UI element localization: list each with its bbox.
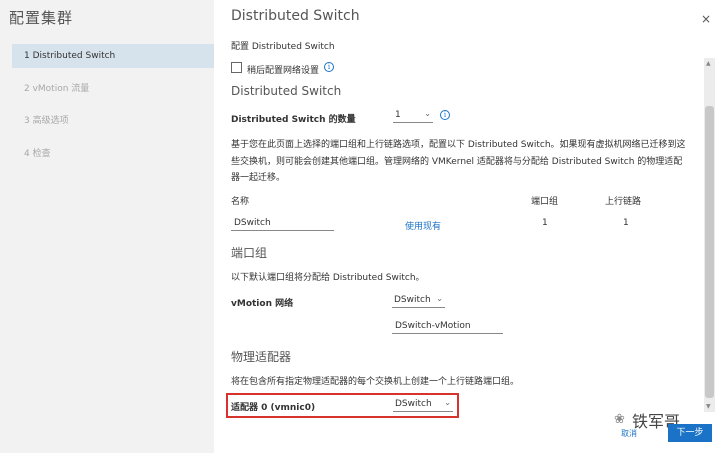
chevron-down-icon: ⌄ <box>444 398 451 407</box>
step-distributed-switch[interactable]: 1 Distributed Switch <box>12 44 214 68</box>
watermark-icon: ❀ <box>614 412 625 427</box>
description-line-3: 器一起迁移。 <box>231 173 286 183</box>
info-icon[interactable]: i <box>440 110 450 120</box>
wizard-title: 配置集群 <box>9 9 74 27</box>
wizard-sidebar: 配置集群 1 Distributed Switch 2 vMotion 流量 3… <box>0 0 214 453</box>
column-header-uplinks: 上行链路 <box>605 197 642 207</box>
vmotion-switch-select[interactable]: DSwitch ⌄ <box>392 294 445 308</box>
defer-network-label: 稍后配置网络设置 <box>247 66 320 76</box>
defer-network-checkbox[interactable] <box>231 62 242 73</box>
adapter-0-switch-select[interactable]: DSwitch ⌄ <box>393 398 453 412</box>
description-line-1: 基于您在此页面上选择的端口组和上行链路选项，配置以下 Distributed S… <box>231 140 686 150</box>
portgroups-count: 1 <box>542 218 548 228</box>
vmotion-switch-value: DSwitch <box>394 295 431 305</box>
switch-name-input[interactable]: DSwitch <box>231 217 334 231</box>
scroll-up-icon[interactable]: ▲ <box>706 60 711 67</box>
page-title: Distributed Switch <box>231 8 360 24</box>
cancel-button[interactable]: 取消 <box>621 428 637 439</box>
section-portgroup: 端口组 <box>231 246 268 260</box>
configure-label: 配置 Distributed Switch <box>231 42 335 52</box>
scroll-down-icon[interactable]: ▼ <box>706 403 711 410</box>
switch-count-select[interactable]: 1 ⌄ <box>393 109 433 123</box>
switch-count-value: 1 <box>395 110 401 120</box>
content-scrollbar[interactable]: ▲ ▼ <box>704 58 715 412</box>
description-line-2: 些交换机，则可能会创建其他端口组。管理网络的 VMKernel 适配器将与分配给… <box>231 157 683 167</box>
column-header-portgroups: 端口组 <box>531 197 559 207</box>
scroll-thumb[interactable] <box>705 106 714 398</box>
step-review[interactable]: 4 检查 <box>12 142 214 166</box>
main-panel: Distributed Switch × 配置 Distributed Swit… <box>214 0 720 453</box>
step-vmotion-traffic[interactable]: 2 vMotion 流量 <box>12 77 214 101</box>
close-icon[interactable]: × <box>701 12 711 26</box>
section-physical-adapters: 物理适配器 <box>231 350 292 364</box>
chevron-down-icon: ⌄ <box>436 294 443 303</box>
info-icon[interactable]: i <box>324 62 334 72</box>
section-distributed-switch: Distributed Switch <box>231 84 342 98</box>
chevron-down-icon: ⌄ <box>424 109 431 118</box>
use-existing-link[interactable]: 使用现有 <box>405 219 441 232</box>
adapters-description: 将在包含所有指定物理适配器的每个交换机上创建一个上行链路端口组。 <box>231 377 520 387</box>
vmotion-network-label: vMotion 网络 <box>231 299 294 309</box>
vmotion-portgroup-input[interactable]: DSwitch-vMotion <box>392 320 503 334</box>
column-header-name: 名称 <box>231 197 250 207</box>
step-advanced-options[interactable]: 3 高级选项 <box>12 109 214 133</box>
uplinks-count: 1 <box>623 218 629 228</box>
next-button[interactable]: 下一步 <box>668 424 712 442</box>
adapter-0-switch-value: DSwitch <box>395 399 432 409</box>
portgroup-description: 以下默认端口组将分配给 Distributed Switch。 <box>231 273 425 283</box>
switch-count-label: Distributed Switch 的数量 <box>231 115 356 125</box>
adapter-0-label: 适配器 0 (vmnic0) <box>231 403 316 413</box>
